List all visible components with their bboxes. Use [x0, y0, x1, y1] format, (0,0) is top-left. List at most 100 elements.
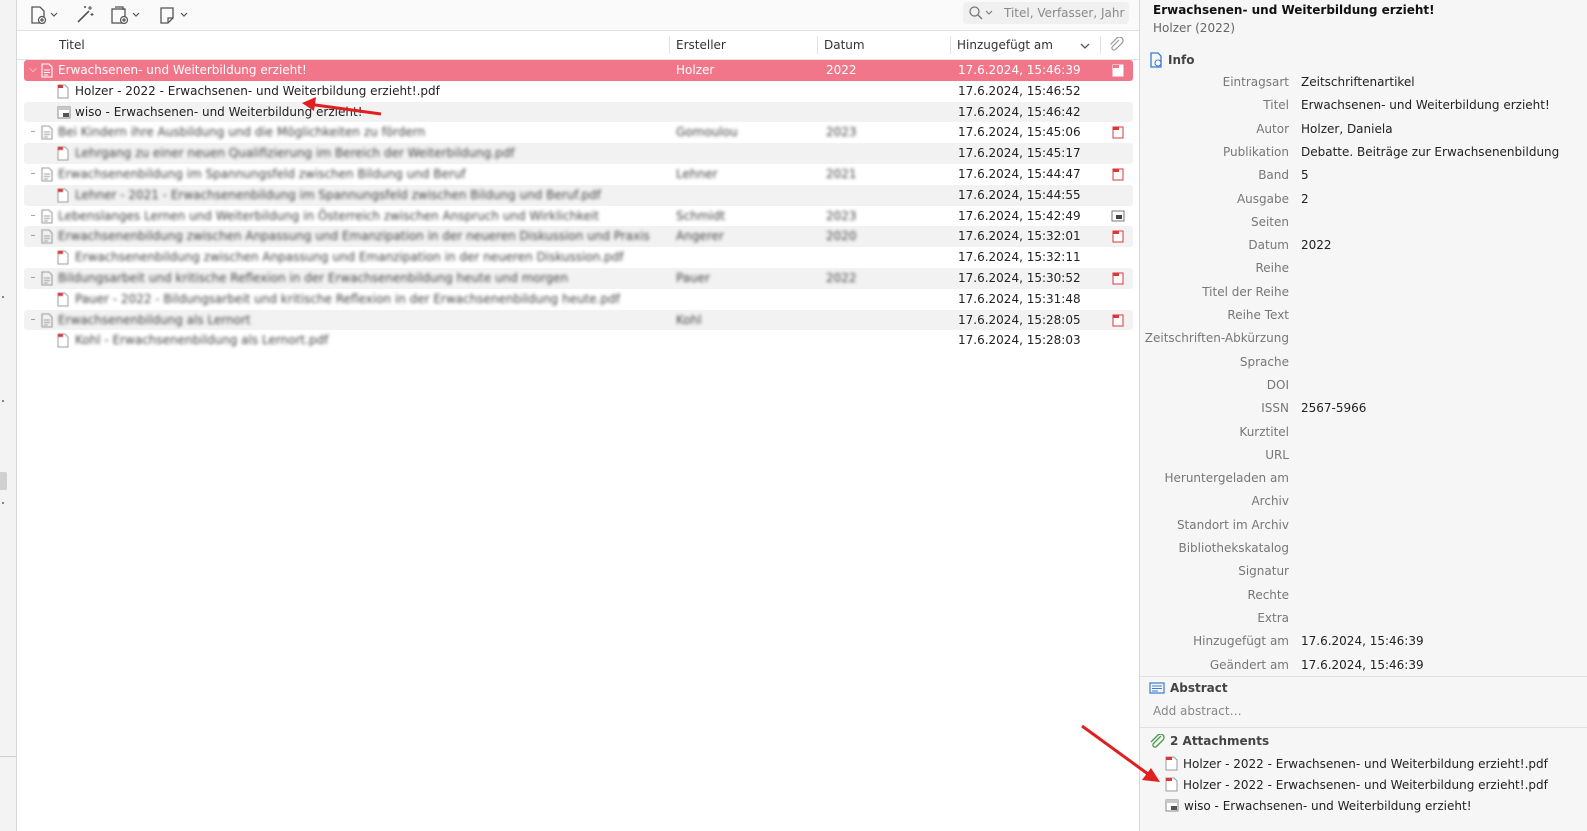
pdf-attachment-icon[interactable]: [1111, 313, 1125, 327]
info-document-icon: [1150, 52, 1162, 68]
abstract-section-header[interactable]: Abstract: [1149, 681, 1228, 695]
attachment-row[interactable]: Kohl - Erwachsenenbildung als Lernort.pd…: [24, 330, 1133, 351]
field-value[interactable]: 2: [1301, 192, 1309, 206]
field-value[interactable]: 17.6.2024, 15:46:39: [1301, 634, 1424, 648]
item-date-added: 17.6.2024, 15:28:03: [958, 333, 1081, 348]
field-value[interactable]: 5: [1301, 168, 1309, 182]
sort-descending-icon[interactable]: [1079, 41, 1091, 51]
item-row[interactable]: – Lebenslanges Lernen und Weiterbildung i…: [24, 206, 1133, 227]
attachment-row[interactable]: Erwachsenenbildung zwischen Anpassung un…: [24, 247, 1133, 268]
chevron-down-icon[interactable]: ⌵: [28, 64, 38, 76]
field-value[interactable]: Erwachsenen- und Weiterbildung erzieht!: [1301, 98, 1550, 112]
item-title: Erwachsenenbildung zwischen Anpassung un…: [58, 229, 650, 244]
webpage-attachment-icon[interactable]: [1111, 209, 1125, 223]
field-label: Sprache: [1239, 354, 1289, 369]
attachment-row[interactable]: Holzer - 2022 - Erwachsenen- und Weiterb…: [24, 81, 1133, 102]
field-value[interactable]: Debatte. Beiträge zur Erwachsenenbildung: [1301, 145, 1559, 159]
attachments-section-header[interactable]: 2 Attachments: [1149, 734, 1269, 748]
expand-twisty-icon[interactable]: –: [28, 168, 38, 180]
column-separator[interactable]: [817, 36, 818, 54]
pane-resize-handle[interactable]: [0, 472, 7, 490]
expand-twisty-icon[interactable]: –: [28, 272, 38, 284]
column-separator[interactable]: [950, 36, 951, 54]
item-row[interactable]: – Bei Kindern ihre Ausbildung und die Mög…: [24, 122, 1133, 143]
item-date: 2023: [826, 125, 857, 140]
item-date-added: 17.6.2024, 15:31:48: [958, 291, 1081, 306]
attachment-column-icon[interactable]: [1108, 37, 1124, 53]
expand-twisty-icon[interactable]: –: [28, 314, 38, 326]
item-date-added: 17.6.2024, 15:46:39: [958, 63, 1081, 77]
item-row[interactable]: ⌵ Erwachsenen- und Weiterbildung erzieht!…: [24, 60, 1133, 81]
field-value[interactable]: 2567-5966: [1301, 401, 1366, 415]
pdf-attachment-icon[interactable]: [1111, 167, 1125, 181]
expand-twisty-icon[interactable]: –: [28, 230, 38, 242]
item-row[interactable]: – Erwachsenenbildung als Lernort Kohl 17.6.…: [24, 309, 1133, 331]
item-row[interactable]: – Erwachsenenbildung zwischen Anpassung u…: [24, 226, 1133, 248]
pane-divider: [0, 756, 16, 757]
webpage-snapshot-icon: [1165, 799, 1179, 812]
info-field-row: Band 5: [1140, 164, 1587, 186]
pdf-attachment-icon[interactable]: [1111, 271, 1125, 285]
column-header-creator[interactable]: Ersteller: [676, 38, 726, 52]
info-field-row: Bibliothekskatalog: [1140, 537, 1587, 559]
attachment-item[interactable]: Holzer - 2022 - Erwachsenen- und Weiterb…: [1165, 777, 1548, 792]
info-field-row: Zeitschriften-Abkürzung: [1140, 327, 1587, 349]
pdf-file-icon: [57, 188, 69, 203]
column-header-title[interactable]: Titel: [59, 38, 85, 52]
add-attachment-button[interactable]: [109, 3, 145, 27]
column-separator[interactable]: [1100, 36, 1101, 54]
field-value[interactable]: 2022: [1301, 238, 1332, 252]
field-value[interactable]: Zeitschriftenartikel: [1301, 75, 1415, 89]
info-field-row: Hinzugefügt am 17.6.2024, 15:46:39: [1140, 630, 1587, 652]
info-field-row: Ausgabe 2: [1140, 188, 1587, 210]
attachment-row[interactable]: Lehner - 2021 - Erwachsenenbildung im Sp…: [24, 184, 1133, 206]
field-label: Hinzugefügt am: [1193, 634, 1289, 649]
abstract-input[interactable]: Add abstract…: [1153, 704, 1242, 718]
column-header-date[interactable]: Datum: [824, 38, 865, 52]
field-value[interactable]: 17.6.2024, 15:46:39: [1301, 658, 1424, 672]
item-title: Kohl - Erwachsenenbildung als Lernort.pd…: [75, 333, 329, 348]
info-heading: Info: [1168, 53, 1195, 67]
pdf-attachment-icon[interactable]: [1111, 229, 1125, 243]
search-box[interactable]: Titel, Verfasser, Jahr: [963, 2, 1129, 24]
column-header-added[interactable]: Hinzugefügt am: [957, 38, 1053, 52]
pdf-attachment-icon[interactable]: [1111, 125, 1125, 139]
note-icon: [160, 7, 188, 24]
expand-twisty-icon[interactable]: –: [28, 210, 38, 222]
item-creator: Gomoulou: [676, 125, 738, 140]
item-row[interactable]: – Erwachsenenbildung im Spannungsfeld zwi…: [24, 164, 1133, 185]
attachment-row[interactable]: Pauer - 2022 - Bildungsarbeit und kritis…: [24, 289, 1133, 310]
item-row[interactable]: – Bildungsarbeit und kritische Reflexion …: [24, 267, 1133, 289]
item-creator: Holzer: [676, 63, 715, 77]
item-header-subtitle: Holzer (2022): [1153, 21, 1236, 35]
field-label: Kurztitel: [1239, 424, 1289, 439]
pdf-file-icon: [1165, 756, 1178, 771]
pdf-file-icon: [57, 292, 69, 307]
attachment-row[interactable]: Lehrgang zu einer neuen Qualifizierung i…: [24, 143, 1133, 164]
field-label: Seiten: [1250, 214, 1289, 229]
field-label: Rechte: [1247, 587, 1289, 602]
author-name-field[interactable]: Holzer, Daniela: [1301, 122, 1393, 136]
field-label: Signatur: [1238, 564, 1289, 579]
new-note-button[interactable]: [157, 3, 193, 27]
expand-twisty-icon[interactable]: –: [28, 126, 38, 138]
abstract-heading: Abstract: [1170, 681, 1228, 695]
attachment-name: Holzer - 2022 - Erwachsenen- und Weiterb…: [1183, 777, 1548, 792]
new-item-button[interactable]: [29, 3, 61, 27]
pdf-file-icon: [57, 333, 69, 348]
items-tree[interactable]: Titel Ersteller Datum Hinzugefügt am ⌵ Er…: [17, 31, 1139, 831]
add-by-identifier-button[interactable]: [75, 3, 95, 27]
item-header-title: Erwachsenen- und Weiterbildung erzieht!: [1153, 3, 1435, 17]
search-input[interactable]: Titel, Verfasser, Jahr: [1004, 6, 1124, 20]
info-section-header[interactable]: Info: [1149, 52, 1194, 68]
pane-marker: [2, 502, 4, 504]
info-field-row: Autor Holzer, Daniela: [1140, 118, 1587, 140]
attachment-item[interactable]: Holzer - 2022 - Erwachsenen- und Weiterb…: [1165, 756, 1548, 771]
column-separator[interactable]: [669, 36, 670, 54]
attachment-item[interactable]: wiso - Erwachsenen- und Weiterbildung er…: [1165, 798, 1472, 813]
item-title: Erwachsenenbildung im Spannungsfeld zwis…: [58, 166, 466, 181]
attachment-row[interactable]: wiso - Erwachsenen- und Weiterbildung er…: [24, 101, 1133, 123]
info-field-row: Kurztitel: [1140, 421, 1587, 443]
item-creator: Kohl: [676, 312, 702, 327]
pdf-attachment-icon[interactable]: [1111, 63, 1125, 77]
